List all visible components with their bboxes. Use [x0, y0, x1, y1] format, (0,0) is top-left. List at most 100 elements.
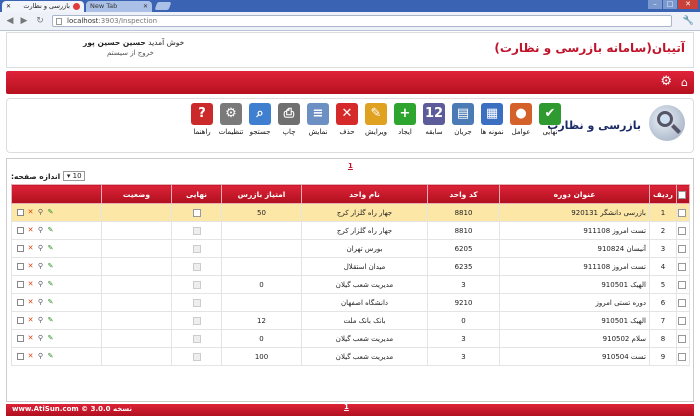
row-checkbox[interactable] — [678, 244, 686, 253]
maximize-button[interactable]: □ — [663, 0, 677, 9]
table-row[interactable]: 4 تست امروز 911108 6235 میدان استقلال ✕ ⚲ ✎ — [11, 257, 690, 276]
table-row[interactable]: 2 تست امروز 911108 8810 جهار راه گلزار کرج ✕… — [11, 221, 690, 240]
tool-factors-button[interactable]: ● عوامل — [508, 103, 534, 136]
row-select-cell[interactable] — [676, 293, 690, 312]
logout-link[interactable]: خروج از سیستم — [107, 49, 154, 57]
delete-x-icon[interactable]: ✕ — [27, 299, 34, 306]
table-row[interactable]: 6 دوره تستی امروز 9210 دانشگاه اصفهان ✕ ⚲ ✎ — [11, 293, 690, 312]
tool-final-button[interactable]: ✔ نهایی — [537, 103, 563, 136]
delete-x-icon[interactable]: ✕ — [27, 281, 34, 288]
close-icon[interactable]: ✕ — [143, 1, 148, 12]
edit-pencil-icon[interactable]: ✎ — [47, 209, 54, 216]
edit-pencil-icon[interactable]: ✎ — [47, 317, 54, 324]
tool-create-button[interactable]: + ایجاد — [392, 103, 418, 136]
table-row[interactable]: 9 تست 910504 3 مدیریت شعب گیلان 100 ✕ ⚲ ✎ — [11, 347, 690, 366]
browser-tab-new[interactable]: New Tab ✕ — [86, 1, 152, 12]
delete-x-icon[interactable]: ✕ — [27, 353, 34, 360]
row-checkbox[interactable] — [678, 280, 686, 289]
pager-link[interactable]: 1 — [348, 162, 353, 170]
tool-history-button[interactable]: ▤ جریان — [450, 103, 476, 136]
browser-tab-active[interactable]: بازرسی و نظارت ✕ — [2, 1, 84, 12]
delete-x-icon[interactable]: ✕ — [27, 317, 34, 324]
tool-delete-button[interactable]: ✕ حذف — [334, 103, 360, 136]
row-select-cell[interactable] — [676, 347, 690, 366]
header-inspector-score[interactable]: امتیاز بازرس — [221, 184, 302, 204]
delete-x-icon[interactable]: ✕ — [27, 227, 34, 234]
tool-samples-button[interactable]: ▦ نمونه ها — [479, 103, 505, 136]
header-title[interactable]: عنوان دوره — [499, 184, 650, 204]
edit-pencil-icon[interactable]: ✎ — [47, 245, 54, 252]
document-icon[interactable] — [17, 281, 24, 288]
footer-pager-link[interactable]: 1 — [344, 403, 349, 411]
row-checkbox[interactable] — [678, 334, 686, 343]
final-checkbox[interactable] — [192, 208, 201, 217]
document-icon[interactable] — [17, 299, 24, 306]
view-magnifier-icon[interactable]: ⚲ — [37, 209, 44, 216]
delete-x-icon[interactable]: ✕ — [27, 263, 34, 270]
tool-record-button[interactable]: 12 سابقه — [421, 103, 447, 136]
view-magnifier-icon[interactable]: ⚲ — [37, 335, 44, 342]
view-magnifier-icon[interactable]: ⚲ — [37, 353, 44, 360]
edit-pencil-icon[interactable]: ✎ — [47, 281, 54, 288]
edit-pencil-icon[interactable]: ✎ — [47, 263, 54, 270]
document-icon[interactable] — [17, 245, 24, 252]
row-checkbox[interactable] — [678, 352, 686, 361]
address-bar[interactable]: localhost:3903/Inspection — [52, 15, 672, 27]
edit-pencil-icon[interactable]: ✎ — [47, 227, 54, 234]
table-row[interactable]: 3 آنیسان 910824 6205 بورس تهران ✕ ⚲ ✎ — [11, 239, 690, 258]
header-status[interactable]: وضعیت — [101, 184, 172, 204]
view-magnifier-icon[interactable]: ⚲ — [37, 299, 44, 306]
row-select-cell[interactable] — [676, 239, 690, 258]
table-row[interactable]: 7 الهیک 910501 0 بانک بانک ملت 12 ✕ ⚲ ✎ — [11, 311, 690, 330]
gear-icon[interactable]: ⚙ — [660, 74, 672, 90]
view-magnifier-icon[interactable]: ⚲ — [37, 281, 44, 288]
header-unit-name[interactable]: نام واحد — [301, 184, 428, 204]
tool-view-button[interactable]: ≡ نمایش — [305, 103, 331, 136]
tool-help-button[interactable]: ? راهنما — [189, 103, 215, 136]
home-icon[interactable]: ⌂ — [681, 76, 688, 89]
row-checkbox[interactable] — [678, 316, 686, 325]
delete-x-icon[interactable]: ✕ — [27, 209, 34, 216]
document-icon[interactable] — [17, 335, 24, 342]
view-magnifier-icon[interactable]: ⚲ — [37, 227, 44, 234]
row-select-cell[interactable] — [676, 257, 690, 276]
document-icon[interactable] — [17, 227, 24, 234]
header-select-all[interactable] — [676, 184, 690, 204]
edit-pencil-icon[interactable]: ✎ — [47, 353, 54, 360]
minimize-button[interactable]: – — [648, 0, 662, 9]
reload-icon[interactable]: ↻ — [34, 15, 46, 27]
view-magnifier-icon[interactable]: ⚲ — [37, 263, 44, 270]
select-all-checkbox[interactable] — [678, 190, 686, 199]
table-row[interactable]: 8 سلام 910502 3 مدیریت شعب گیلان 0 ✕ ⚲ ✎ — [11, 329, 690, 348]
row-checkbox[interactable] — [678, 262, 686, 271]
close-icon[interactable]: ✕ — [6, 1, 11, 12]
row-select-cell[interactable] — [676, 203, 690, 222]
header-unit-code[interactable]: کد واحد — [427, 184, 500, 204]
tool-edit-button[interactable]: ✎ ویرایش — [363, 103, 389, 136]
delete-x-icon[interactable]: ✕ — [27, 245, 34, 252]
row-checkbox[interactable] — [678, 298, 686, 307]
row-select-cell[interactable] — [676, 329, 690, 348]
tool-print-button[interactable]: ⎙ چاپ — [276, 103, 302, 136]
document-icon[interactable] — [17, 353, 24, 360]
row-checkbox[interactable] — [678, 208, 686, 217]
table-row[interactable]: 1 بازرسی دانشگر 920131 8810 جهار راه گلزار … — [11, 203, 690, 222]
tool-settings-button[interactable]: ⚙ تنظیمات — [218, 103, 244, 136]
forward-arrow-icon[interactable]: ▶ — [18, 15, 30, 27]
document-icon[interactable] — [17, 317, 24, 324]
edit-pencil-icon[interactable]: ✎ — [47, 299, 54, 306]
edit-pencil-icon[interactable]: ✎ — [47, 335, 54, 342]
page-size-select[interactable]: 10 ▾ — [63, 171, 86, 181]
wrench-icon[interactable]: 🔧 — [683, 15, 694, 27]
delete-x-icon[interactable]: ✕ — [27, 335, 34, 342]
header-final[interactable]: نهایی — [171, 184, 222, 204]
row-select-cell[interactable] — [676, 221, 690, 240]
tool-search-button[interactable]: ⌕ جستجو — [247, 103, 273, 136]
view-magnifier-icon[interactable]: ⚲ — [37, 317, 44, 324]
header-row[interactable]: ردیف — [649, 184, 677, 204]
table-row[interactable]: 5 الهیک 910501 3 مدیریت شعب گیلان 0 ✕ ⚲ ✎ — [11, 275, 690, 294]
row-checkbox[interactable] — [678, 226, 686, 235]
row-select-cell[interactable] — [676, 311, 690, 330]
new-tab-button[interactable] — [154, 2, 172, 10]
document-icon[interactable] — [17, 209, 24, 216]
